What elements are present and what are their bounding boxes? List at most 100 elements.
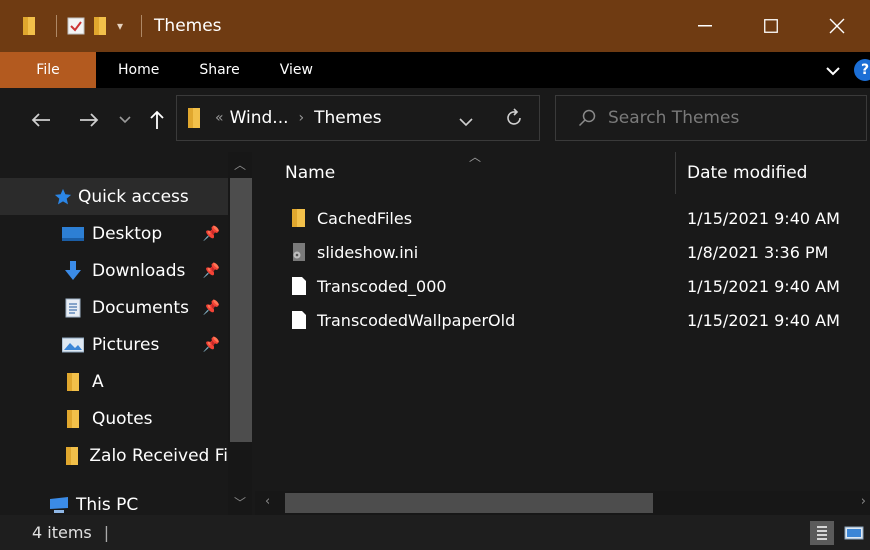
window-title: Themes — [154, 16, 222, 36]
properties-checkbox-icon[interactable] — [67, 17, 85, 35]
search-icon — [578, 109, 596, 127]
settings-file-icon — [291, 242, 307, 262]
nav-item-label: Downloads — [92, 260, 186, 281]
folder-icon — [62, 446, 81, 465]
document-icon — [62, 298, 84, 317]
tab-file[interactable]: File — [0, 52, 96, 88]
folder-icon — [187, 107, 201, 129]
horizontal-scrollbar[interactable]: ‹ › — [255, 491, 870, 515]
column-header-name[interactable]: Name — [285, 152, 665, 194]
nav-item-label: Pictures — [92, 334, 160, 355]
file-list-pane: ︿ Name Date modified CachedFiles 1/15/20… — [255, 150, 870, 515]
item-count: 4 items — [32, 523, 92, 542]
file-name: slideshow.ini — [317, 242, 419, 262]
pictures-icon — [62, 336, 84, 354]
toolbar-divider — [56, 15, 57, 37]
nav-item-quick-access[interactable]: Quick access — [0, 178, 228, 215]
nav-item-pictures[interactable]: Pictures 📌 — [0, 326, 228, 363]
folder-icon — [291, 208, 307, 228]
nav-item-label: Quotes — [92, 408, 153, 429]
file-row-cachedfiles[interactable]: CachedFiles 1/15/2021 9:40 AM — [255, 201, 870, 235]
nav-item-documents[interactable]: Documents 📌 — [0, 289, 228, 326]
pin-icon[interactable]: 📌 — [203, 226, 220, 242]
scroll-left-icon[interactable]: ‹ — [265, 494, 270, 509]
nav-item-label: Documents — [92, 297, 189, 318]
customize-toolbar-icon[interactable]: ▾ — [117, 19, 123, 33]
forward-button[interactable] — [72, 88, 106, 152]
search-box[interactable]: Search Themes — [555, 95, 867, 141]
pin-icon[interactable]: 📌 — [203, 337, 220, 353]
file-name: TranscodedWallpaperOld — [317, 310, 516, 330]
nav-item-zalo-received-files[interactable]: Zalo Received Fi — [0, 437, 228, 474]
nav-item-desktop[interactable]: Desktop 📌 — [0, 215, 228, 252]
scroll-right-icon[interactable]: › — [861, 494, 866, 509]
nav-item-quotes[interactable]: Quotes — [0, 400, 228, 437]
title-bar: ▾ Themes — [0, 0, 870, 52]
scroll-up-icon[interactable]: ︿ — [234, 156, 246, 173]
file-icon — [291, 276, 307, 296]
recent-locations-button[interactable] — [114, 88, 136, 152]
nav-item-label: Zalo Received Fi — [89, 445, 228, 466]
quick-access-toolbar: ▾ Themes — [0, 0, 222, 52]
chevron-right-icon[interactable]: › — [299, 110, 305, 126]
folder-icon[interactable] — [22, 15, 38, 37]
search-input[interactable]: Search Themes — [608, 108, 739, 128]
download-arrow-icon — [62, 260, 84, 280]
tab-share[interactable]: Share — [179, 52, 259, 88]
address-dropdown-icon[interactable] — [459, 112, 473, 131]
refresh-icon[interactable] — [503, 107, 525, 133]
tab-home[interactable]: Home — [96, 52, 179, 88]
nav-item-label: Quick access — [78, 186, 189, 207]
nav-item-label: Desktop — [92, 223, 163, 244]
maximize-button[interactable] — [738, 0, 804, 52]
desktop-icon — [62, 225, 84, 243]
address-overflow[interactable]: « — [215, 110, 224, 126]
nav-item-this-pc[interactable]: This PC — [0, 486, 228, 515]
help-icon[interactable]: ? — [854, 59, 870, 81]
address-bar[interactable]: « Wind... › Themes — [176, 95, 540, 141]
file-date: 1/8/2021 3:36 PM — [687, 242, 829, 262]
file-row-slideshow-ini[interactable]: slideshow.ini 1/8/2021 3:36 PM — [255, 235, 870, 269]
nav-item-a[interactable]: A — [0, 363, 228, 400]
scrollbar-thumb[interactable] — [230, 178, 252, 442]
toolbar-divider — [141, 15, 143, 37]
file-date: 1/15/2021 9:40 AM — [687, 310, 840, 330]
details-view-icon[interactable] — [810, 520, 834, 545]
status-divider: | — [103, 523, 110, 542]
star-icon — [52, 188, 74, 206]
file-row-transcoded-000[interactable]: Transcoded_000 1/15/2021 9:40 AM — [255, 269, 870, 303]
computer-icon — [48, 496, 70, 514]
file-date: 1/15/2021 9:40 AM — [687, 208, 840, 228]
close-button[interactable] — [804, 0, 870, 52]
window-controls — [672, 0, 870, 52]
file-name: CachedFiles — [317, 208, 413, 228]
nav-vertical-scrollbar[interactable]: ︿ ﹀ — [228, 152, 252, 515]
pin-icon[interactable]: 📌 — [203, 263, 220, 279]
ribbon-tabs: File Home Share View ? — [0, 52, 870, 88]
status-bar: 4 items | — [0, 515, 870, 550]
column-header-date-modified[interactable]: Date modified — [687, 152, 807, 194]
scroll-down-icon[interactable]: ﹀ — [234, 494, 246, 511]
tab-view[interactable]: View — [260, 52, 333, 88]
nav-item-label: A — [92, 371, 104, 392]
large-icons-view-icon[interactable] — [842, 521, 866, 545]
new-folder-icon[interactable] — [93, 15, 109, 37]
expand-ribbon-icon[interactable] — [826, 61, 840, 80]
navigation-pane: Quick access Desktop 📌 Downloads 📌 Docum… — [0, 152, 255, 515]
file-row-transcodedwallpaperold[interactable]: TranscodedWallpaperOld 1/15/2021 9:40 AM — [255, 303, 870, 337]
back-button[interactable] — [24, 88, 58, 152]
scrollbar-thumb[interactable] — [285, 493, 653, 513]
file-name: Transcoded_000 — [317, 276, 447, 296]
column-divider[interactable] — [675, 152, 676, 194]
nav-item-downloads[interactable]: Downloads 📌 — [0, 252, 228, 289]
address-segment-windows[interactable]: Wind... — [230, 108, 289, 128]
file-date: 1/15/2021 9:40 AM — [687, 276, 840, 296]
folder-icon — [62, 409, 84, 428]
folder-icon — [62, 372, 84, 391]
navigation-bar: « Wind... › Themes Search Themes — [0, 88, 870, 152]
address-segment-themes[interactable]: Themes — [314, 108, 382, 128]
minimize-button[interactable] — [672, 0, 738, 52]
up-button[interactable] — [144, 88, 170, 152]
file-icon — [291, 310, 307, 330]
pin-icon[interactable]: 📌 — [203, 300, 220, 316]
